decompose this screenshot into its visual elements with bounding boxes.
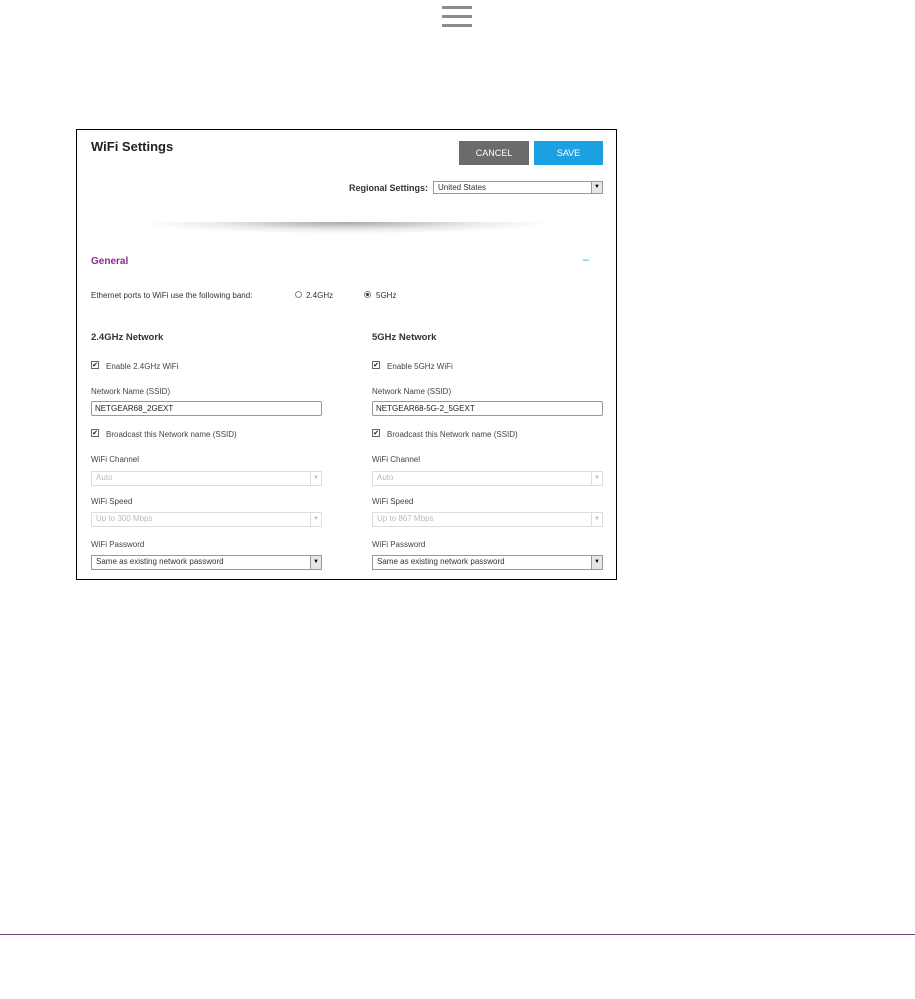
- speed-5-label: WiFi Speed: [372, 497, 414, 506]
- collapse-icon[interactable]: –: [583, 254, 589, 266]
- password-5-select[interactable]: Same as existing network password ▼: [372, 555, 603, 570]
- wifi-settings-panel: WiFi Settings CANCEL SAVE Regional Setti…: [76, 129, 617, 580]
- save-button[interactable]: SAVE: [534, 141, 603, 165]
- ssid-24-input[interactable]: [91, 401, 322, 416]
- hamburger-menu-icon[interactable]: [442, 6, 472, 28]
- speed-5-select[interactable]: Up to 867 Mbps ▼: [372, 512, 603, 527]
- regional-settings-value: United States: [438, 183, 487, 192]
- enable-5-label: Enable 5GHz WiFi: [387, 362, 453, 371]
- password-24-select[interactable]: Same as existing network password ▼: [91, 555, 322, 570]
- regional-settings-select[interactable]: United States ▼: [433, 181, 603, 194]
- footer-divider: [0, 934, 915, 935]
- band-radio-5ghz[interactable]: [364, 291, 371, 298]
- enable-24-checkbox[interactable]: ✔: [91, 361, 99, 369]
- network-5-title: 5GHz Network: [372, 332, 437, 343]
- password-5-label: WiFi Password: [372, 540, 426, 549]
- band-radio-24ghz-label: 2.4GHz: [306, 291, 334, 300]
- band-label: Ethernet ports to WiFi use the following…: [91, 291, 253, 300]
- chevron-down-icon: ▼: [591, 472, 602, 485]
- channel-5-select[interactable]: Auto ▼: [372, 471, 603, 486]
- channel-5-label: WiFi Channel: [372, 455, 421, 464]
- speed-24-value: Up to 300 Mbps: [96, 514, 153, 523]
- chevron-down-icon: ▼: [591, 182, 602, 193]
- chevron-down-icon: ▼: [310, 556, 321, 569]
- channel-24-value: Auto: [96, 473, 113, 482]
- channel-5-value: Auto: [377, 473, 394, 482]
- channel-24-label: WiFi Channel: [91, 455, 140, 464]
- broadcast-5-label: Broadcast this Network name (SSID): [387, 430, 518, 439]
- ssid-5-label: Network Name (SSID): [372, 387, 452, 396]
- password-5-value: Same as existing network password: [377, 557, 505, 566]
- password-24-value: Same as existing network password: [96, 557, 224, 566]
- broadcast-5-checkbox[interactable]: ✔: [372, 429, 380, 437]
- speed-24-select[interactable]: Up to 300 Mbps ▼: [91, 512, 322, 527]
- cancel-button[interactable]: CANCEL: [459, 141, 529, 165]
- password-24-label: WiFi Password: [91, 540, 145, 549]
- band-radio-24ghz[interactable]: [295, 291, 302, 298]
- broadcast-24-label: Broadcast this Network name (SSID): [106, 430, 237, 439]
- broadcast-24-checkbox[interactable]: ✔: [91, 429, 99, 437]
- band-radio-5ghz-label: 5GHz: [376, 291, 397, 300]
- channel-24-select[interactable]: Auto ▼: [91, 471, 322, 486]
- chevron-down-icon: ▼: [591, 513, 602, 526]
- page-title: WiFi Settings: [91, 139, 174, 154]
- ssid-24-label: Network Name (SSID): [91, 387, 171, 396]
- speed-5-value: Up to 867 Mbps: [377, 514, 434, 523]
- enable-5-checkbox[interactable]: ✔: [372, 361, 380, 369]
- ssid-5-input[interactable]: [372, 401, 603, 416]
- speed-24-label: WiFi Speed: [91, 497, 133, 506]
- section-divider: [137, 222, 557, 234]
- enable-24-label: Enable 2.4GHz WiFi: [106, 362, 179, 371]
- regional-settings-label: Regional Settings:: [349, 183, 429, 193]
- chevron-down-icon: ▼: [591, 556, 602, 569]
- general-section-title: General: [91, 256, 129, 267]
- chevron-down-icon: ▼: [310, 513, 321, 526]
- chevron-down-icon: ▼: [310, 472, 321, 485]
- network-24-title: 2.4GHz Network: [91, 332, 164, 343]
